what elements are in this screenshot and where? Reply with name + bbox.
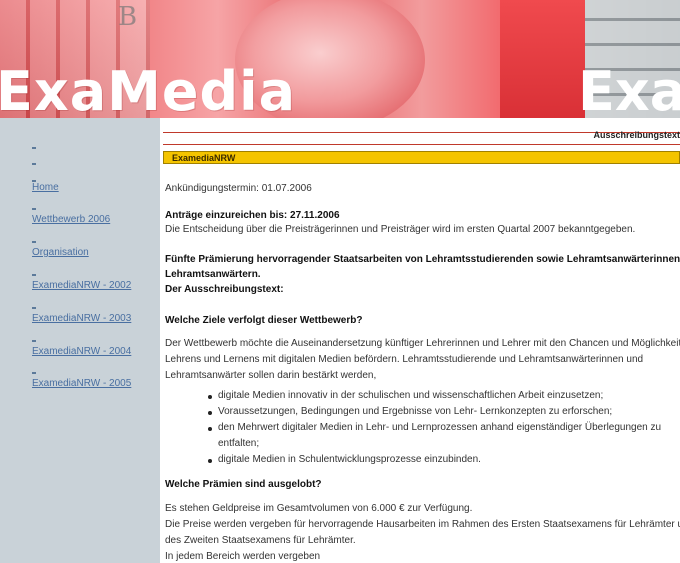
goals-paragraph-line2: Lehrens und Lernens mit digitalen Medien…: [165, 354, 644, 365]
announcement-date: Ankündigungstermin: 01.07.2006: [165, 183, 312, 194]
bullet-icon: [208, 395, 212, 399]
list-item: digitale Medien innovativ in der schulis…: [218, 390, 604, 401]
sidebar-bullet: [32, 241, 36, 243]
bullet-icon: [208, 411, 212, 415]
list-item: den Mehrwert digitaler Medien in Lehr- u…: [218, 422, 662, 433]
sidebar-bullet: [32, 307, 36, 309]
header-banner: B ExaMedia Exa: [0, 0, 680, 118]
decision-text: Die Entscheidung über die Preisträgerinn…: [165, 224, 636, 235]
sidebar-bullet: [32, 274, 36, 276]
goals-question: Welche Ziele verfolgt dieser Wettbewerb?: [165, 315, 363, 326]
divider: [163, 144, 680, 145]
section-header-bar: ExamediaNRW: [163, 151, 680, 164]
list-item: digitale Medien in Schulentwicklungsproz…: [218, 454, 481, 465]
sidebar-item-home[interactable]: Home: [32, 182, 59, 193]
intro-heading-line2: Lehramtsanwärtern.: [165, 269, 261, 280]
sidebar-item-examedianrw-2005[interactable]: ExamediaNRW - 2005: [32, 378, 131, 389]
banner-accent: [500, 0, 585, 118]
sidebar-bullet: [32, 147, 36, 149]
prizes-paragraph-line4: In jedem Bereich werden vergeben: [165, 551, 321, 562]
prizes-paragraph-line2: Die Preise werden vergeben für hervorrag…: [165, 519, 680, 530]
intro-heading-line1: Fünfte Prämierung hervorragender Staatsa…: [165, 254, 680, 265]
site-logo: ExaMedia: [0, 60, 297, 119]
sidebar-bullet: [32, 372, 36, 374]
bullet-icon: [208, 427, 212, 431]
section-header-label: ExamediaNRW: [172, 153, 236, 163]
sidebar-bullet: [32, 208, 36, 210]
prizes-paragraph-line1: Es stehen Geldpreise im Gesamtvolumen vo…: [165, 503, 473, 514]
prizes-paragraph-line3: des Zweiten Staatsexamens für Lehrämter.: [165, 535, 356, 546]
list-item-continuation: entfalten;: [218, 438, 260, 449]
list-item: Voraussetzungen, Bedingungen und Ergebni…: [218, 406, 613, 417]
site-logo-repeat: Exa: [578, 60, 680, 119]
sidebar-item-organisation[interactable]: Organisation: [32, 247, 89, 258]
sidebar: Home Wettbewerb 2006 Organisation Examed…: [0, 118, 160, 563]
goals-paragraph-line3: Lehramtsanwärter sollen darin bestärkt w…: [165, 370, 377, 381]
sidebar-bullet: [32, 163, 36, 165]
sidebar-item-wettbewerb-2006[interactable]: Wettbewerb 2006: [32, 214, 110, 225]
main-content: Ausschreibungstext ExamediaNRW Ankündigu…: [163, 118, 680, 563]
deadline-text: Anträge einzureichen bis: 27.11.2006: [165, 210, 340, 221]
sidebar-bullet: [32, 340, 36, 342]
key-glyph: B: [118, 2, 138, 32]
sidebar-item-examedianrw-2004[interactable]: ExamediaNRW - 2004: [32, 346, 131, 357]
prizes-question: Welche Prämien sind ausgelobt?: [165, 479, 322, 490]
goals-paragraph-line1: Der Wettbewerb möchte die Auseinanderset…: [165, 338, 680, 349]
bullet-icon: [208, 459, 212, 463]
sidebar-item-examedianrw-2003[interactable]: ExamediaNRW - 2003: [32, 313, 131, 324]
text-label: Der Ausschreibungstext:: [165, 284, 284, 295]
sidebar-item-examedianrw-2002[interactable]: ExamediaNRW - 2002: [32, 280, 131, 291]
page-title: Ausschreibungstext: [593, 130, 680, 140]
